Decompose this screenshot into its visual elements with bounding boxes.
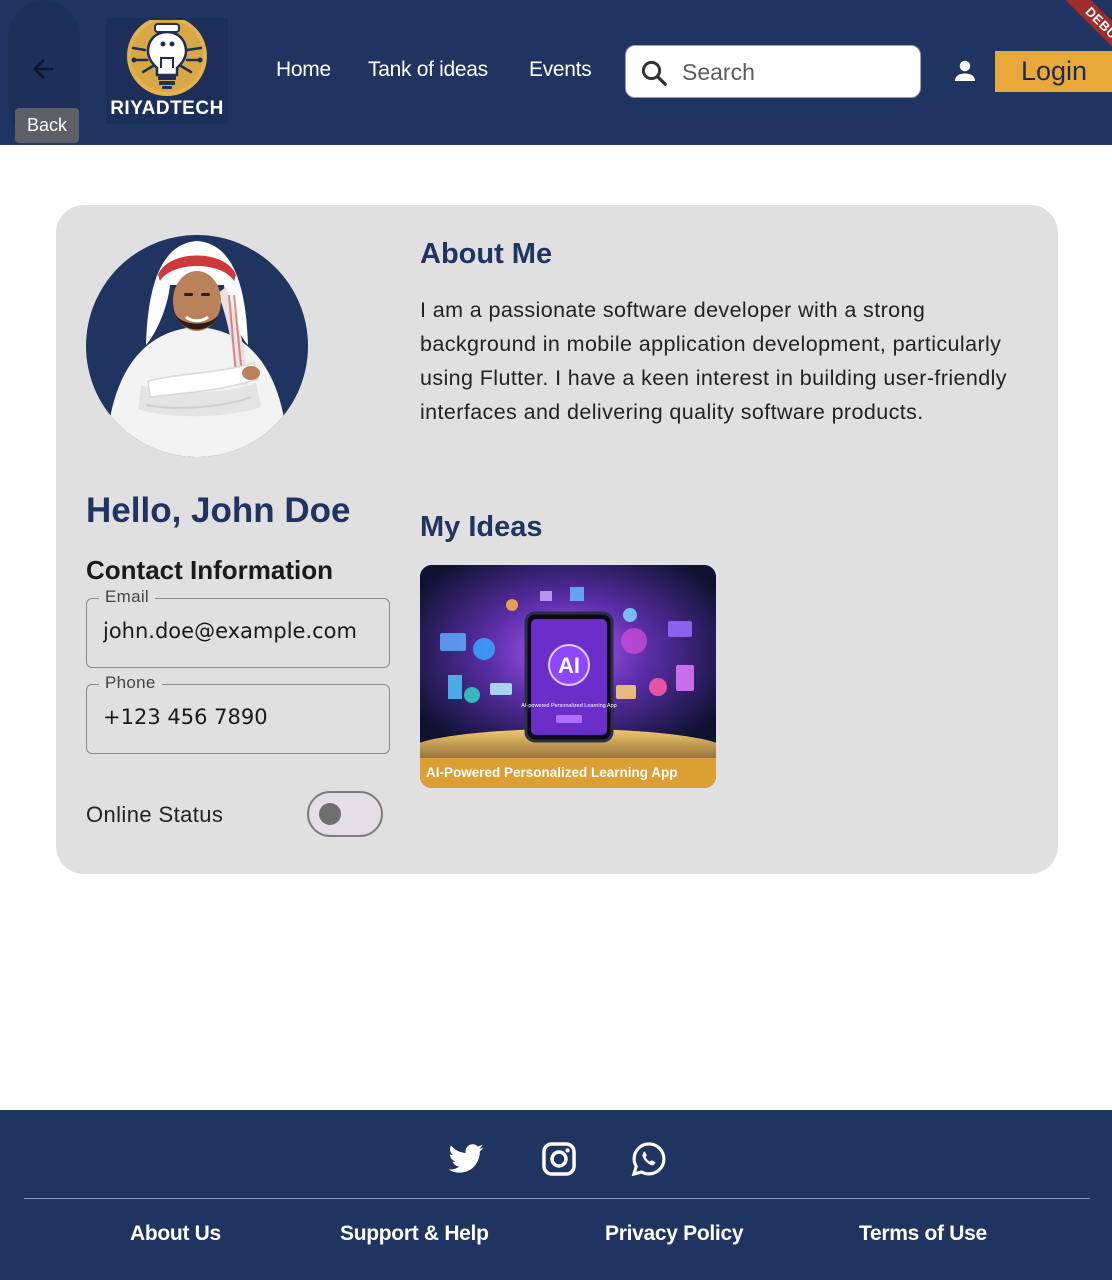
instagram-icon[interactable] bbox=[540, 1140, 578, 1178]
phone-field[interactable]: Phone bbox=[86, 673, 390, 754]
idea-thumbnail-image: AI AI-powered Personalized Learning App bbox=[420, 565, 716, 773]
whatsapp-icon[interactable] bbox=[630, 1140, 668, 1178]
back-tooltip: Back bbox=[15, 108, 79, 143]
nav-home[interactable]: Home bbox=[276, 58, 331, 82]
riyadtech-logo[interactable]: RIYADTECH bbox=[106, 18, 228, 124]
online-status-toggle[interactable] bbox=[307, 791, 383, 837]
arrow-back-icon[interactable] bbox=[28, 54, 58, 84]
about-me-text: I am a passionate software developer wit… bbox=[420, 298, 1007, 424]
twitter-icon[interactable] bbox=[447, 1140, 485, 1178]
idea-card[interactable]: AI AI-powered Personalized Learning App … bbox=[420, 565, 716, 788]
app-footer: About Us Support & Help Privacy Policy T… bbox=[0, 1110, 1112, 1280]
email-input[interactable] bbox=[103, 613, 387, 649]
logo-text: RIYADTECH bbox=[110, 98, 224, 119]
email-label: Email bbox=[99, 587, 156, 607]
email-field[interactable]: Email bbox=[86, 587, 390, 668]
footer-link-terms-of-use[interactable]: Terms of Use bbox=[859, 1222, 987, 1246]
footer-link-privacy-policy[interactable]: Privacy Policy bbox=[605, 1222, 744, 1246]
online-status-label: Online Status bbox=[86, 802, 224, 827]
toggle-knob bbox=[319, 803, 341, 825]
footer-divider bbox=[24, 1198, 1090, 1199]
debug-label: DEBUG bbox=[1059, 0, 1112, 72]
phone-input[interactable] bbox=[103, 699, 387, 735]
app-header: Back RIYADTECH Home Tank of ideas Events bbox=[0, 0, 1112, 145]
search-input[interactable] bbox=[682, 54, 912, 90]
footer-link-about-us[interactable]: About Us bbox=[130, 1222, 221, 1246]
debug-banner: DEBUG bbox=[1040, 0, 1112, 72]
nav-tank-of-ideas[interactable]: Tank of ideas bbox=[368, 58, 488, 82]
person-icon[interactable] bbox=[950, 56, 980, 86]
phone-label: Phone bbox=[99, 673, 162, 693]
greeting-heading: Hello, John Doe bbox=[86, 491, 351, 530]
lightbulb-logo-icon bbox=[127, 20, 207, 96]
profile-card: Hello, John Doe Contact Information Emai… bbox=[56, 205, 1058, 874]
contact-info-heading: Contact Information bbox=[86, 555, 333, 585]
my-ideas-heading: My Ideas bbox=[420, 511, 543, 543]
search-icon bbox=[641, 60, 667, 86]
footer-link-support[interactable]: Support & Help bbox=[340, 1222, 489, 1246]
idea-image-ai-label: AI bbox=[558, 653, 580, 678]
idea-caption: AI-Powered Personalized Learning App bbox=[420, 758, 716, 788]
idea-image-subtitle: AI-powered Personalized Learning App bbox=[521, 703, 616, 709]
search-bar[interactable] bbox=[625, 45, 921, 98]
nav-events[interactable]: Events bbox=[529, 58, 592, 82]
about-me-heading: About Me bbox=[420, 238, 553, 270]
person-photo-icon bbox=[106, 241, 288, 457]
profile-avatar bbox=[86, 235, 308, 457]
